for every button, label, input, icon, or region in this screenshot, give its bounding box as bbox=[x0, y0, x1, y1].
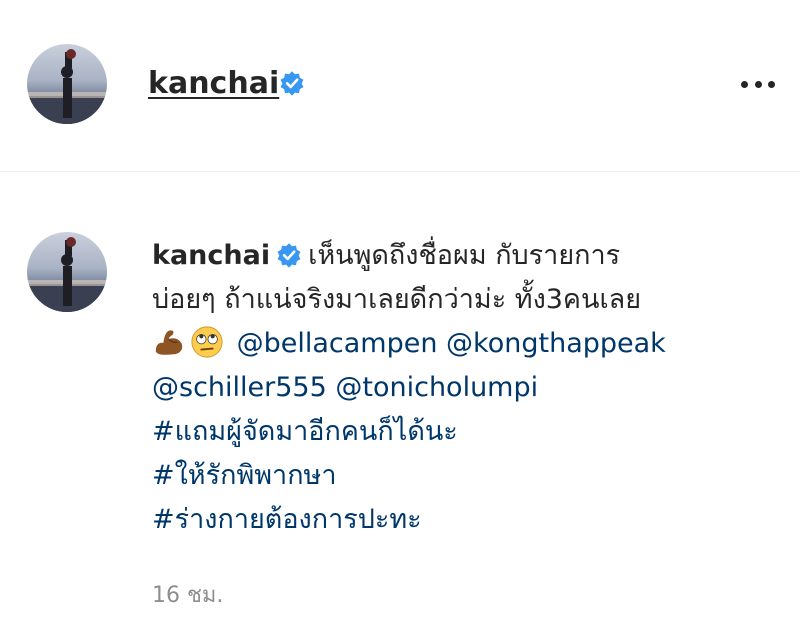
mention-link[interactable]: @schiller555 bbox=[152, 372, 327, 403]
verified-badge-icon bbox=[277, 242, 301, 268]
timestamp[interactable]: 16 ชม. bbox=[152, 577, 223, 612]
post-header: kanchai bbox=[0, 0, 800, 172]
more-options-icon[interactable] bbox=[738, 72, 778, 96]
mention-link[interactable]: @bellacampen bbox=[237, 328, 438, 359]
comment-username[interactable]: kanchai bbox=[152, 240, 270, 271]
caption-line-1: เห็นพูดถึงชื่อผม กับรายการ bbox=[308, 240, 621, 271]
header-username[interactable]: kanchai bbox=[148, 64, 279, 104]
verified-badge-icon bbox=[280, 71, 304, 96]
caption-comment: kanchai เห็นพูดถึงชื่อผม กับรายการ บ่อยๆ… bbox=[0, 172, 800, 642]
caption-text: kanchai เห็นพูดถึงชื่อผม กับรายการ บ่อยๆ… bbox=[152, 234, 772, 542]
caption-line-2: บ่อยๆ ถ้าแน่จริงมาเลยดีกว่าม่ะ ทั้ง3คนเล… bbox=[152, 284, 642, 315]
avatar[interactable] bbox=[27, 44, 107, 124]
hashtag-link[interactable]: #ร่างกายต้องการปะทะ bbox=[152, 504, 422, 535]
flexed-biceps-emoji bbox=[155, 329, 183, 355]
mention-link[interactable]: @kongthappeak bbox=[446, 328, 666, 359]
avatar[interactable] bbox=[27, 232, 107, 312]
hashtag-link[interactable]: #แถมผู้จัดมาอีกคนก็ได้นะ bbox=[152, 416, 458, 447]
rolling-eyes-emoji bbox=[191, 325, 223, 358]
hashtag-link[interactable]: #ให้รักพิพากษา bbox=[152, 460, 337, 491]
mention-link[interactable]: @tonicholumpi bbox=[335, 372, 538, 403]
